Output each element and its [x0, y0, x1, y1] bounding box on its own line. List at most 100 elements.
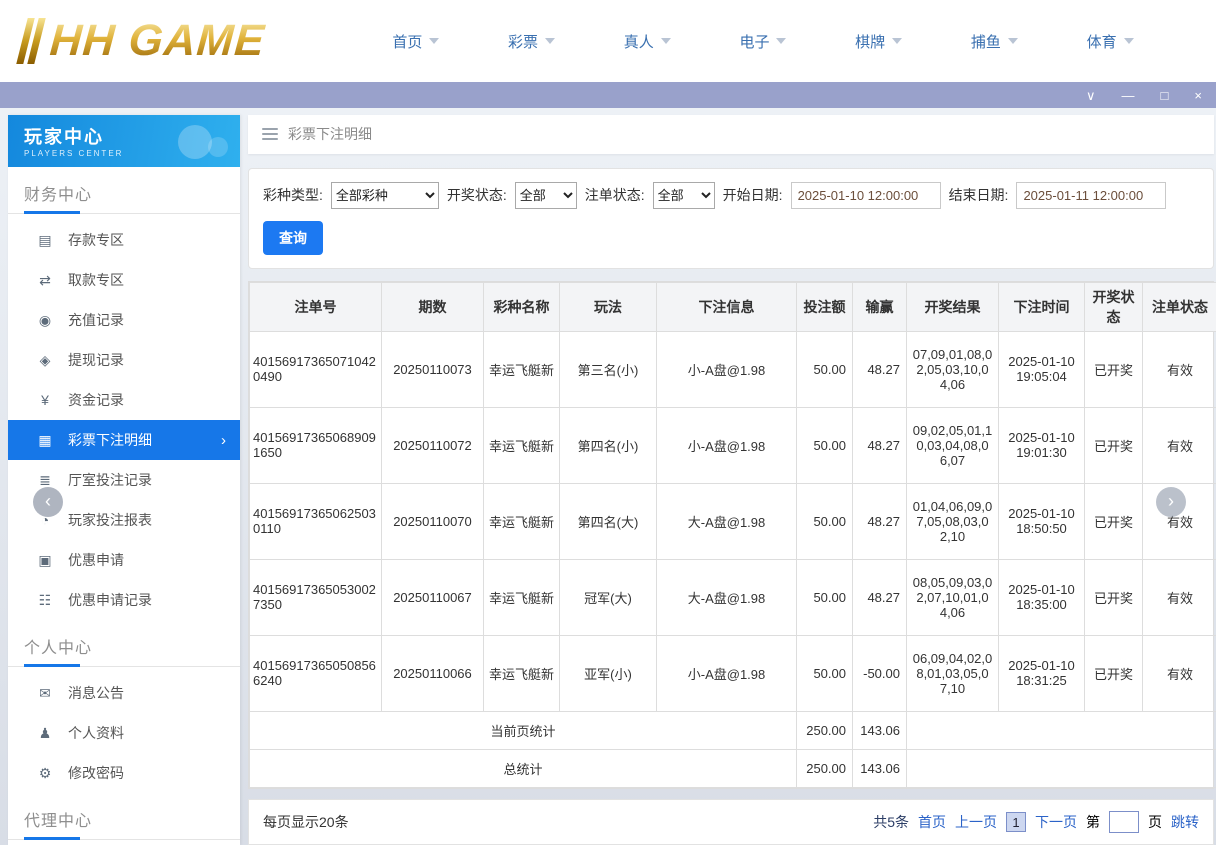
sidebar-item-label: 厅室投注记录: [68, 470, 152, 490]
user-icon: ♟: [36, 725, 54, 742]
total-count: 共5条: [873, 812, 909, 832]
nav-item-lottery[interactable]: 彩票: [508, 31, 555, 52]
col-header-bet-time: 下注时间: [999, 282, 1085, 331]
cell-bet-time: 2025-01-10 19:05:04: [999, 331, 1085, 407]
sidebar-item-lottery-bet-detail[interactable]: ▦ 彩票下注明细 ›: [8, 420, 240, 460]
sidebar-item-recharge-record[interactable]: ◉ 充值记录: [8, 300, 240, 340]
recharge-record-icon: ◉: [36, 312, 54, 329]
sidebar-item-funds-record[interactable]: ¥ 资金记录: [8, 380, 240, 420]
section-title-agent: 代理中心: [8, 793, 240, 839]
sidebar-item-profile[interactable]: ♟ 个人资料: [8, 713, 240, 753]
cell-bet-info: 大-A盘@1.98: [657, 559, 797, 635]
sidebar-item-change-password[interactable]: ⚙ 修改密码: [8, 753, 240, 793]
sidebar-item-withdrawal-record[interactable]: ◈ 提现记录: [8, 340, 240, 380]
window-close-icon[interactable]: ×: [1194, 89, 1202, 102]
cell-draw-result: 09,02,05,01,10,03,04,08,06,07: [907, 407, 999, 483]
nav-label: 首页: [392, 31, 422, 52]
first-page-link[interactable]: 首页: [918, 812, 946, 832]
end-date-input[interactable]: [1016, 182, 1166, 209]
nav-item-sports[interactable]: 体育: [1087, 31, 1134, 52]
lottery-type-select[interactable]: 全部彩种: [331, 182, 439, 209]
page-summary-row: 当前页统计 250.00 143.06: [250, 711, 1216, 749]
nav-label: 棋牌: [855, 31, 885, 52]
draw-status-select[interactable]: 全部: [515, 182, 577, 209]
cell-winloss: -50.00: [853, 635, 907, 711]
query-button[interactable]: 查询: [263, 221, 323, 255]
cell-draw-result: 06,09,04,02,08,01,03,05,07,10: [907, 635, 999, 711]
cell-order-status: 有效: [1143, 559, 1216, 635]
section-underline: [8, 666, 240, 667]
cell-bet-info: 小-A盘@1.98: [657, 635, 797, 711]
page-title: 彩票下注明细: [288, 124, 372, 144]
sidebar-item-label: 存款专区: [68, 230, 124, 250]
window-chevron-icon[interactable]: ∨: [1086, 89, 1096, 102]
cell-order-id: 401569173650508566240: [250, 635, 382, 711]
cell-draw-status: 已开奖: [1085, 635, 1143, 711]
nav-label: 捕鱼: [971, 31, 1001, 52]
bell-icon: ✉: [36, 685, 54, 702]
cell-play: 第四名(小): [560, 407, 657, 483]
cell-draw-status: 已开奖: [1085, 331, 1143, 407]
cell-play: 第三名(小): [560, 331, 657, 407]
window-maximize-icon[interactable]: □: [1161, 89, 1169, 102]
total-summary-label: 总统计: [250, 749, 797, 787]
promo-apply-icon: ▣: [36, 552, 54, 569]
total-summary-bet: 250.00: [797, 749, 853, 787]
cell-period: 20250110067: [382, 559, 484, 635]
prev-page-link[interactable]: 上一页: [955, 812, 997, 832]
sidebar-item-deposit[interactable]: ▤ 存款专区: [8, 220, 240, 260]
carousel-left-arrow-icon[interactable]: ‹: [33, 487, 63, 517]
cell-draw-result: 08,05,09,03,02,07,10,01,04,06: [907, 559, 999, 635]
cell-order-id: 401569173650625030110: [250, 483, 382, 559]
col-header-bet-amount: 投注额: [797, 282, 853, 331]
breadcrumb: 彩票下注明细: [248, 115, 1214, 154]
cell-period: 20250110073: [382, 331, 484, 407]
nav-item-slots[interactable]: 电子: [739, 31, 786, 52]
logo[interactable]: HH GAME: [18, 16, 318, 66]
col-header-winloss: 输赢: [853, 282, 907, 331]
cell-lottery-name: 幸运飞艇新: [484, 407, 560, 483]
nav-item-fishing[interactable]: 捕鱼: [971, 31, 1018, 52]
cell-lottery-name: 幸运飞艇新: [484, 331, 560, 407]
workspace: 玩家中心 PLAYERS CENTER 财务中心 ▤ 存款专区 ⇄ 取款专区 ◉…: [0, 108, 1216, 845]
total-summary-winloss: 143.06: [853, 749, 907, 787]
cell-draw-status: 已开奖: [1085, 407, 1143, 483]
promo-apply-record-icon: ☷: [36, 592, 54, 609]
cell-play: 冠军(大): [560, 559, 657, 635]
end-date-label: 结束日期:: [949, 185, 1009, 205]
cell-period: 20250110072: [382, 407, 484, 483]
col-header-bet-info: 下注信息: [657, 282, 797, 331]
main-nav: 首页 彩票 真人 电子 棋牌 捕鱼: [318, 31, 1198, 52]
sidebar-item-label: 充值记录: [68, 310, 124, 330]
sidebar-item-promo-apply[interactable]: ▣ 优惠申请: [8, 540, 240, 580]
window-minimize-icon[interactable]: —: [1122, 89, 1135, 102]
bet-detail-table-card: 注单号 期数 彩种名称 玩法 下注信息 投注额 输赢 开奖结果 下注时间 开奖状…: [248, 281, 1214, 789]
start-date-input[interactable]: [791, 182, 941, 209]
carousel-right-arrow-icon[interactable]: ›: [1156, 487, 1186, 517]
nav-item-live[interactable]: 真人: [624, 31, 671, 52]
sidebar-item-label: 修改密码: [68, 763, 124, 783]
sidebar-item-messages[interactable]: ✉ 消息公告: [8, 673, 240, 713]
filter-panel: 彩种类型: 全部彩种 开奖状态: 全部 注单状态: 全部 开始日期: 结束日期:: [248, 168, 1214, 269]
lottery-type-label: 彩种类型:: [263, 185, 323, 205]
page-jump-input[interactable]: [1109, 811, 1139, 833]
sidebar-item-promo-apply-record[interactable]: ☷ 优惠申请记录: [8, 580, 240, 620]
sidebar-item-label: 提现记录: [68, 350, 124, 370]
logo-mark-icon: [18, 18, 44, 64]
order-status-select[interactable]: 全部: [653, 182, 715, 209]
nav-item-home[interactable]: 首页: [392, 31, 439, 52]
pager: 共5条 首页 上一页 1 下一页 第 页 跳转: [873, 811, 1199, 833]
sidebar-item-withdraw[interactable]: ⇄ 取款专区: [8, 260, 240, 300]
cell-bet-amount: 50.00: [797, 407, 853, 483]
table-header-row: 注单号 期数 彩种名称 玩法 下注信息 投注额 输赢 开奖结果 下注时间 开奖状…: [250, 282, 1216, 331]
page-summary-bet: 250.00: [797, 711, 853, 749]
next-page-link[interactable]: 下一页: [1035, 812, 1077, 832]
nav-item-cards[interactable]: 棋牌: [855, 31, 902, 52]
gear-icon: ⚙: [36, 765, 54, 782]
withdraw-icon: ⇄: [36, 272, 54, 289]
sidebar-item-label: 优惠申请: [68, 550, 124, 570]
jump-button[interactable]: 跳转: [1171, 812, 1199, 832]
cell-winloss: 48.27: [853, 331, 907, 407]
section-underline: [8, 839, 240, 840]
funds-record-icon: ¥: [36, 392, 54, 408]
